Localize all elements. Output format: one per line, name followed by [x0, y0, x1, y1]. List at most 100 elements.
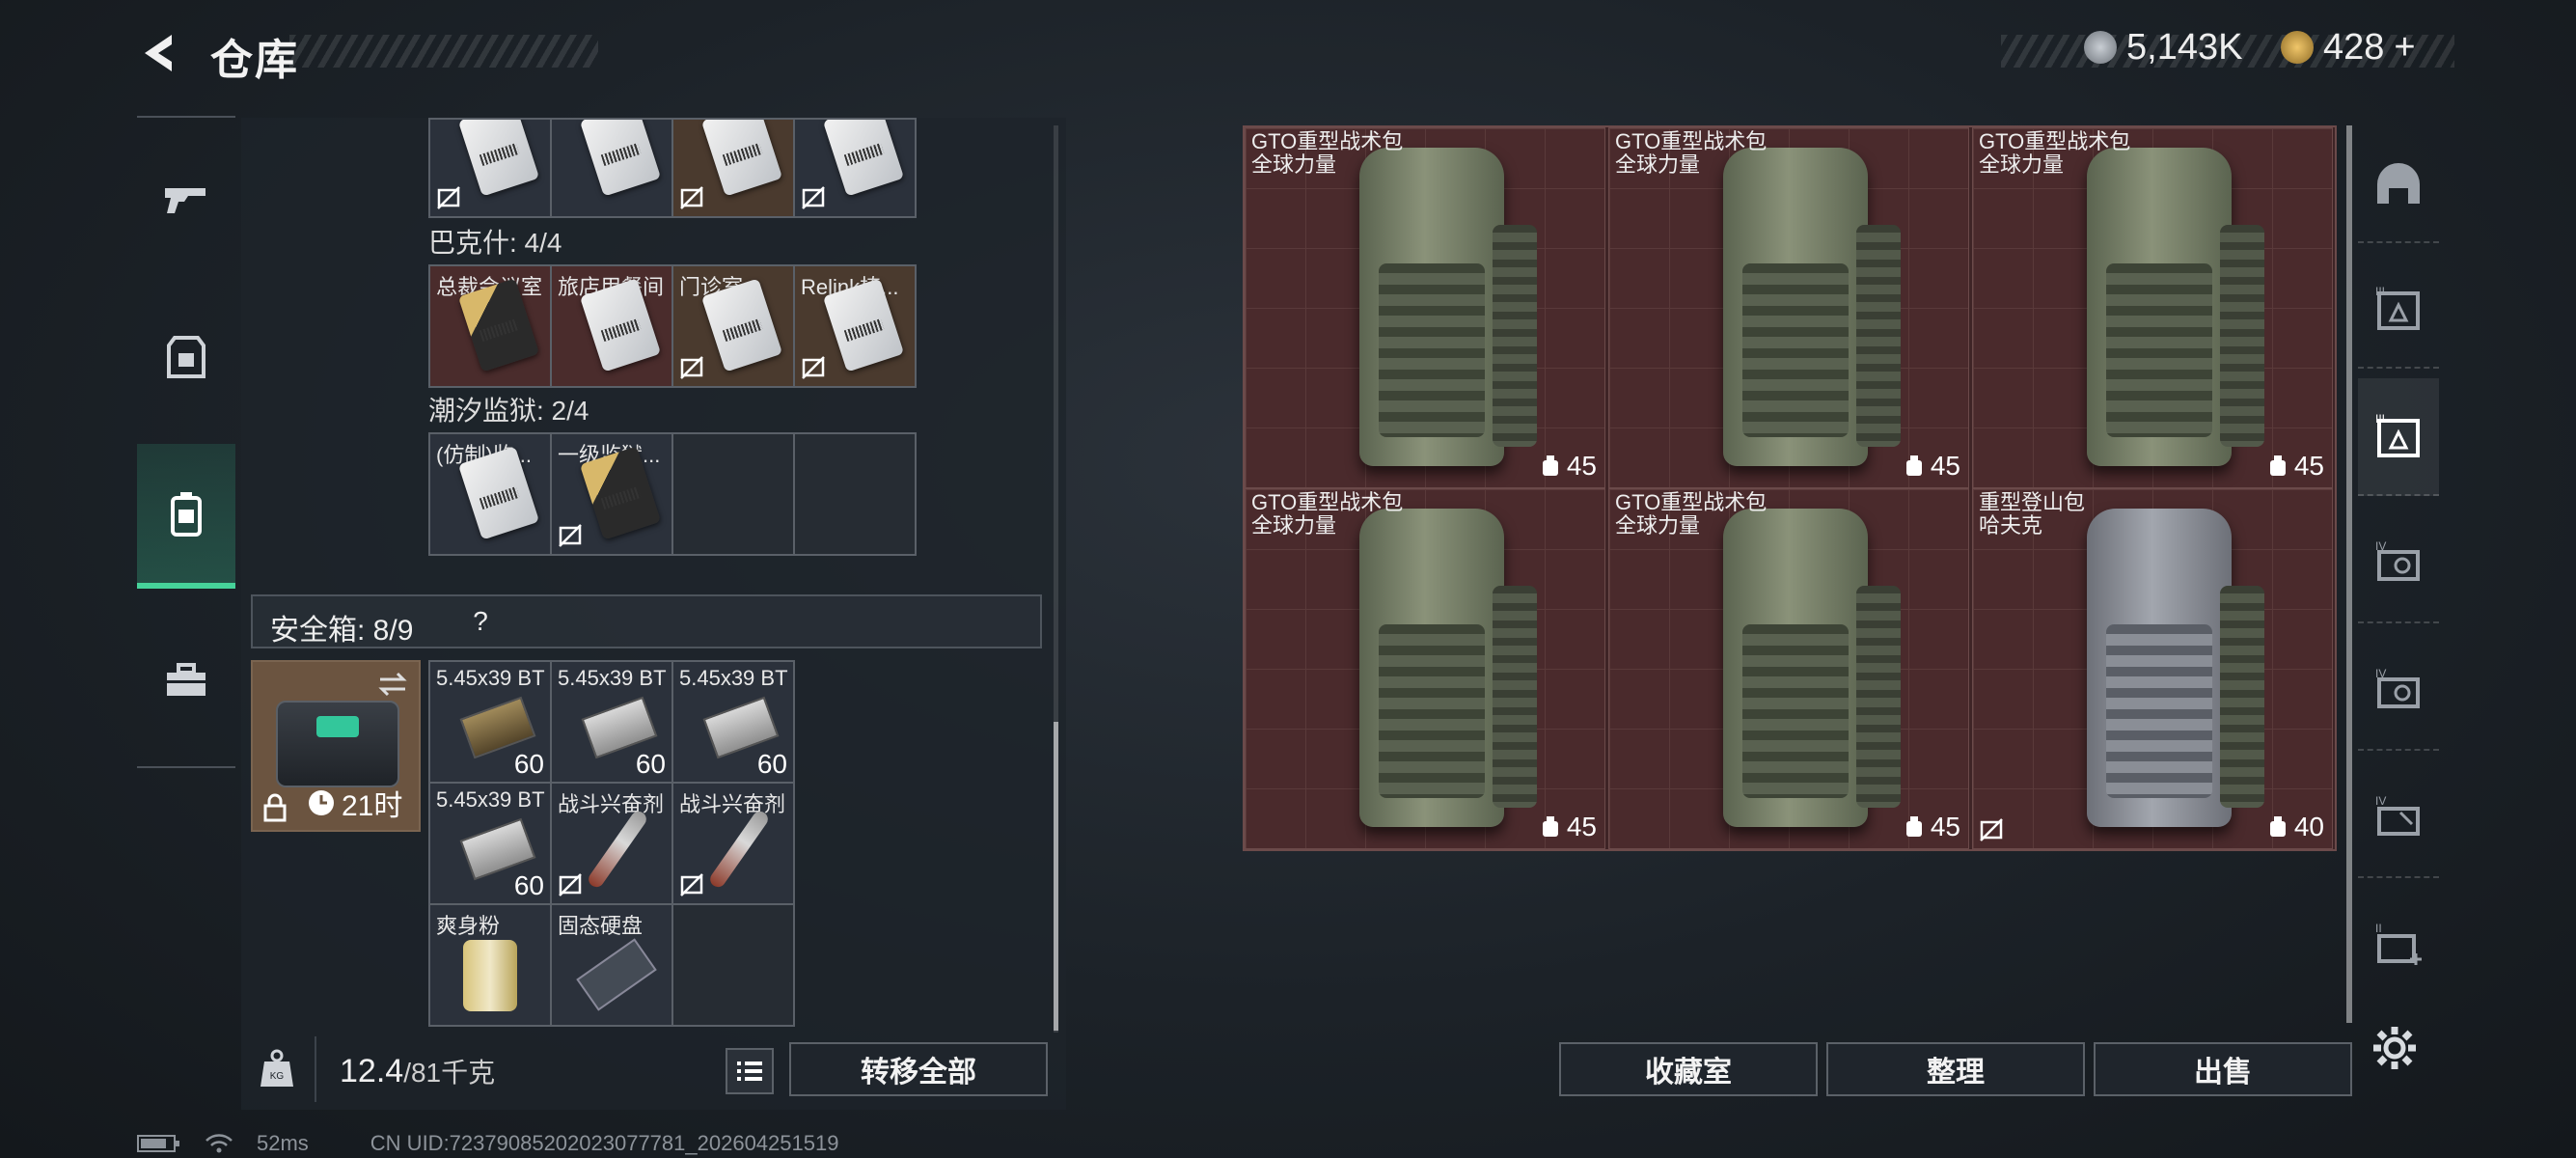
- backpack-slot[interactable]: GTO重型战术包 全球力量 45: [1245, 127, 1605, 488]
- keycard-slot[interactable]: [552, 120, 671, 216]
- sell-button[interactable]: 出售: [2094, 1042, 2352, 1096]
- item-brand: 全球力量: [1615, 152, 1701, 177]
- filter-medkit-II[interactable]: II: [2358, 888, 2439, 1004]
- keycard-slot[interactable]: Relink植...: [795, 266, 915, 386]
- keycard-icon: [822, 120, 905, 197]
- page-title: 仓库: [210, 37, 299, 84]
- backpack-slot[interactable]: GTO重型战术包 全球力量 45: [1608, 488, 1969, 849]
- filter-chest-rig-IV[interactable]: IV: [2358, 760, 2439, 878]
- keycard-slot[interactable]: 门诊室: [673, 266, 793, 386]
- helmet-icon: [2377, 163, 2420, 204]
- silver-coin-icon: [2084, 31, 2117, 64]
- currency-premium[interactable]: 428 +: [2281, 25, 2416, 69]
- keycard-icon: [579, 120, 662, 197]
- svg-text:IV: IV: [2375, 794, 2386, 808]
- svg-text:IV: IV: [2375, 667, 2386, 680]
- ammo-slot[interactable]: 5.45x39 BT 60: [673, 662, 793, 782]
- empty-slot[interactable]: [673, 434, 793, 554]
- title-stripe-decoration: [289, 35, 598, 68]
- no-transfer-icon: [437, 186, 460, 209]
- ammo-slot[interactable]: 5.45x39 BT 60: [552, 662, 671, 782]
- item-name: GTO重型战术包: [1615, 490, 1768, 514]
- item-name: 5.45x39 BT: [558, 666, 667, 690]
- safe-box-container[interactable]: 21时: [251, 660, 421, 832]
- back-arrow-icon[interactable]: [135, 29, 183, 77]
- collection-room-button[interactable]: 收藏室: [1559, 1042, 1818, 1096]
- ammo-slot[interactable]: 5.45x39 BT 60: [430, 662, 550, 782]
- stim-slot[interactable]: 战斗兴奋剂: [673, 784, 793, 903]
- keycard-slot[interactable]: 总裁会议室: [430, 266, 550, 386]
- empty-slot[interactable]: [673, 905, 793, 1025]
- settings-gear-icon[interactable]: [2371, 1025, 2418, 1071]
- weight-max: /81千克: [403, 1058, 496, 1088]
- capacity-value: 40: [2293, 812, 2324, 841]
- backpack-icon: [1723, 148, 1901, 466]
- bakesh-section-label: 巴克什: 4/4: [428, 228, 562, 258]
- backpack-slot[interactable]: GTO重型战术包 全球力量 45: [1972, 127, 2333, 488]
- keycard-icon: [457, 120, 540, 197]
- keycard-slot[interactable]: 旅店用餐间: [552, 266, 671, 386]
- nav-armor[interactable]: [137, 286, 235, 430]
- weight-current: 12.4: [340, 1053, 404, 1089]
- sort-button[interactable]: 整理: [1826, 1042, 2085, 1096]
- svg-text:III: III: [2375, 412, 2385, 426]
- keycard-slot[interactable]: (仿制)监...: [430, 434, 550, 554]
- no-transfer-icon: [680, 356, 703, 379]
- stim-slot[interactable]: 战斗兴奋剂: [552, 784, 671, 903]
- empty-slot[interactable]: [795, 434, 915, 554]
- stash-scroll-thumb[interactable]: [1054, 722, 1058, 1031]
- keycard-slot[interactable]: 一级监狱...: [552, 434, 671, 554]
- list-view-button[interactable]: [726, 1048, 774, 1094]
- backpack-icon: [171, 492, 202, 537]
- filter-armor-III[interactable]: III: [2358, 251, 2439, 369]
- add-currency-button[interactable]: +: [2394, 27, 2415, 69]
- prison-keycard-grid: (仿制)监... 一级监狱...: [428, 432, 917, 556]
- item-name: GTO重型战术包: [1251, 129, 1404, 153]
- equipment-filter-tabs: III III IV IV IV II: [2358, 125, 2439, 1042]
- item-name: 5.45x39 BT: [679, 666, 788, 690]
- capacity-icon: [1542, 816, 1558, 837]
- safe-box-icon: [276, 701, 399, 787]
- armor-class-3-icon: III: [2375, 285, 2420, 330]
- syringe-icon: [707, 808, 771, 891]
- filter-armor-IV[interactable]: IV: [2358, 506, 2439, 623]
- nav-inventory[interactable]: [137, 608, 235, 753]
- powder-slot[interactable]: 爽身粉: [430, 905, 550, 1025]
- filter-armor-III-selected[interactable]: III: [2358, 378, 2439, 496]
- no-transfer-icon: [559, 524, 582, 547]
- nav-weapons[interactable]: [137, 127, 235, 272]
- ammo-slot[interactable]: 5.45x39 BT 60: [430, 784, 550, 903]
- capacity-icon: [2269, 455, 2286, 476]
- backpack-icon: [1359, 509, 1537, 827]
- swap-icon[interactable]: [376, 670, 409, 699]
- keycard-slot[interactable]: [795, 120, 915, 216]
- item-qty: 60: [756, 749, 787, 779]
- svg-text:KG: KG: [270, 1071, 285, 1082]
- nav-backpack[interactable]: [137, 444, 235, 589]
- ssd-slot[interactable]: 固态硬盘: [552, 905, 671, 1025]
- left-category-nav: [137, 116, 235, 768]
- backpack-slot[interactable]: GTO重型战术包 全球力量 45: [1245, 488, 1605, 849]
- backpack-slot[interactable]: GTO重型战术包 全球力量 45: [1608, 127, 1969, 488]
- no-transfer-icon: [680, 873, 703, 896]
- item-name: GTO重型战术包: [1979, 129, 2131, 153]
- capacity-value: 45: [1930, 812, 1960, 841]
- transfer-all-button[interactable]: 转移全部: [789, 1042, 1048, 1096]
- keycard-slot[interactable]: [673, 120, 793, 216]
- safe-timer: 21时: [307, 782, 402, 824]
- gun-icon: [165, 188, 206, 213]
- no-transfer-icon: [802, 186, 825, 209]
- help-button[interactable]: ?: [463, 604, 498, 639]
- keycard-slot[interactable]: [430, 120, 550, 216]
- capacity-value: 45: [1566, 451, 1597, 481]
- filter-helmet[interactable]: [2358, 125, 2439, 243]
- backpack-icon: [1723, 509, 1901, 827]
- no-transfer-icon: [1980, 818, 2003, 841]
- backpack-slot[interactable]: 重型登山包 哈夫克 40: [1972, 488, 2333, 849]
- item-brand: 全球力量: [1251, 513, 1337, 538]
- svg-text:III: III: [2375, 285, 2385, 298]
- list-icon: [737, 1062, 762, 1081]
- equipment-scrollbar[interactable]: [2346, 125, 2352, 1023]
- currency-havoc-value: 5,143K: [2126, 26, 2243, 68]
- filter-armor-IV-b[interactable]: IV: [2358, 633, 2439, 751]
